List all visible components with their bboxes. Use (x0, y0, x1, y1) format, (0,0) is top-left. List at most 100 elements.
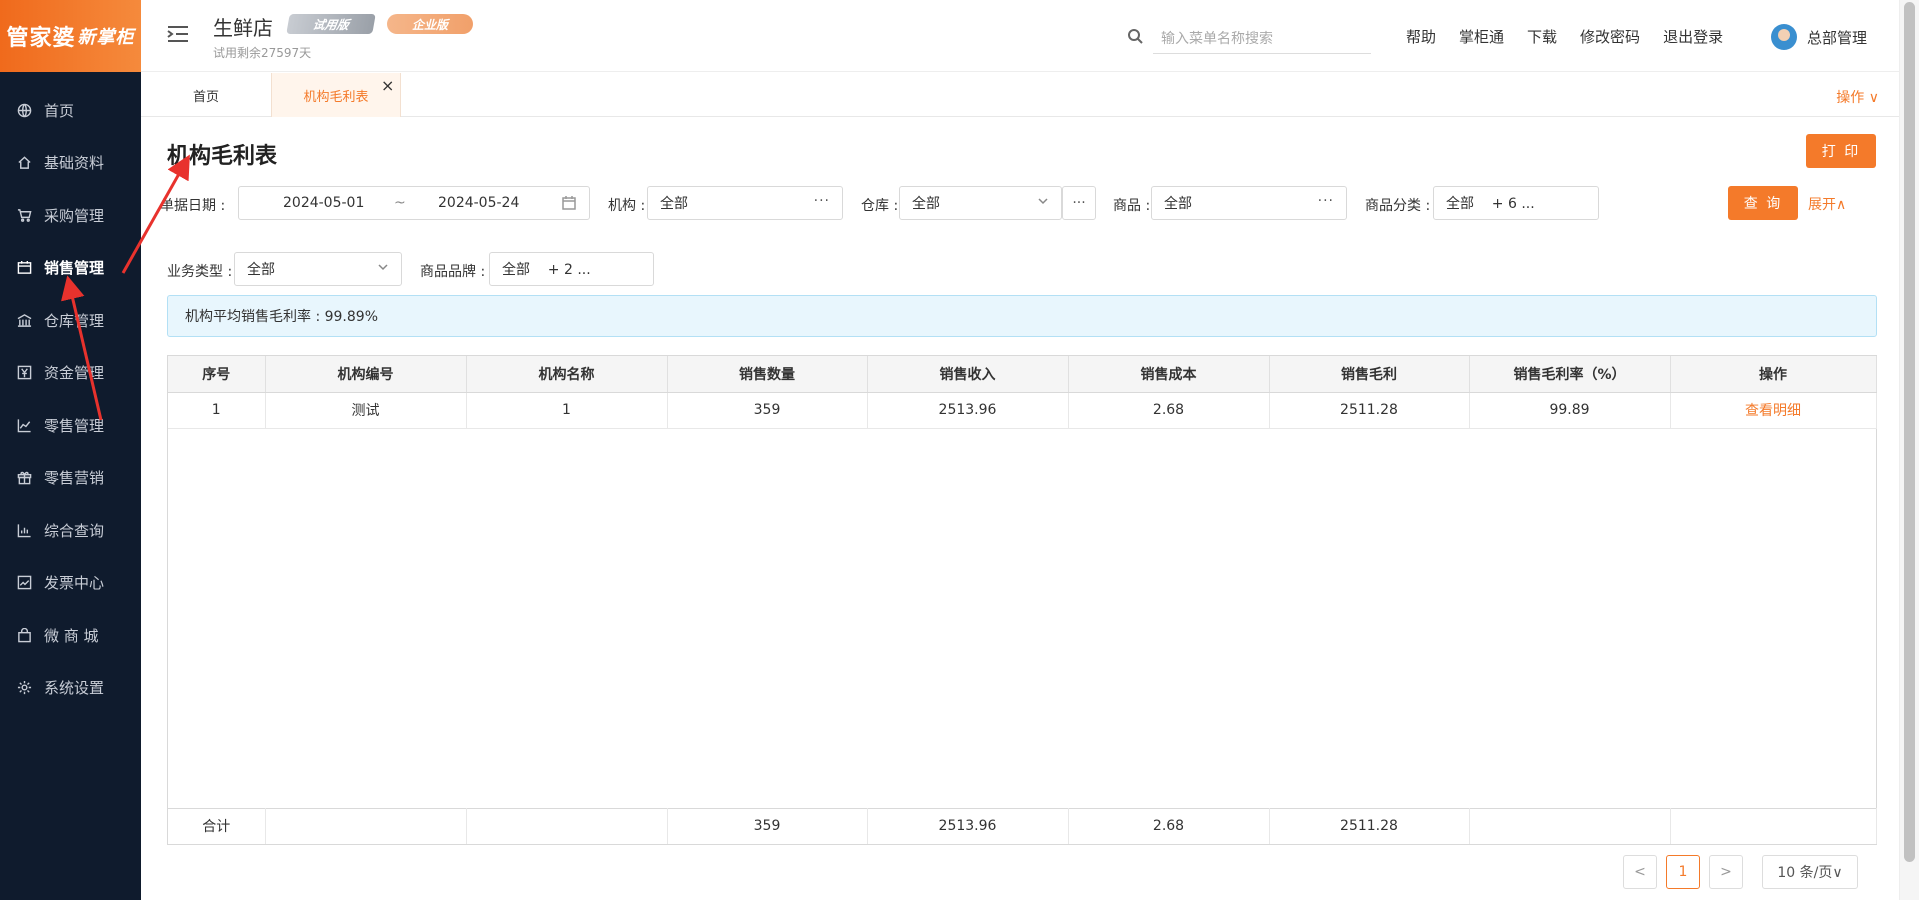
warehouse-value: 全部 (912, 196, 940, 212)
category-label: 商品分类 : (1365, 198, 1431, 214)
sidebar-item-label: 发票中心 (44, 574, 105, 593)
sidebar-item-0[interactable]: 首页 (0, 84, 141, 137)
tab-operations-dropdown[interactable]: 操作 ∨ (1836, 87, 1879, 107)
date-range-picker[interactable]: 2024-05-01 ~ 2024-05-24 (238, 186, 590, 220)
shop-name: 生鲜店 (213, 16, 273, 40)
calendar-icon (561, 195, 577, 211)
sidebar-menu: 首页基础资料采购管理销售管理仓库管理资金管理零售管理 零售营销综合查询发票中心微 … (0, 72, 141, 714)
sidebar-item-label: 仓库管理 (44, 311, 105, 330)
brand-label: 商品品牌 : (420, 264, 486, 280)
column-header: 销售数量 (667, 356, 868, 393)
menu-search-input[interactable] (1153, 24, 1371, 54)
sidebar-item-10[interactable]: 微 商 城 (0, 609, 141, 662)
warehouse-label: 仓库 : (861, 198, 899, 214)
sidebar-item-2[interactable]: 采购管理 (0, 189, 141, 242)
brand-logo: 管家婆 新掌柜 (0, 0, 141, 72)
sidebar-item-3[interactable]: 销售管理 (0, 242, 141, 295)
tab-home[interactable]: 首页 (141, 73, 271, 117)
chevron-down-icon (377, 261, 389, 273)
sidebar-item-label: 首页 (44, 101, 75, 120)
date-separator: ~ (394, 195, 406, 211)
sidebar-item-1[interactable]: 基础资料 (0, 137, 141, 190)
sidebar-item-label: 基础资料 (44, 154, 105, 173)
next-page-button[interactable]: > (1709, 855, 1743, 889)
biz-type-select[interactable]: 全部 (234, 252, 402, 286)
brand-value: 全部 + 2 ... (502, 262, 591, 278)
user-name: 总部管理 (1807, 28, 1868, 47)
page-1-button[interactable]: 1 (1666, 855, 1700, 889)
sidebar-item-5[interactable]: 资金管理 (0, 347, 141, 400)
org-value: 全部 (660, 196, 688, 212)
goods-more-icon[interactable]: ··· (1318, 193, 1334, 209)
sidebar-item-label: 销售管理 (44, 259, 105, 278)
date-end[interactable]: 2024-05-24 (438, 195, 519, 211)
sidebar-item-7[interactable]: 零售营销 (0, 452, 141, 505)
date-start[interactable]: 2024-05-01 (283, 195, 364, 211)
category-select[interactable]: 全部 + 6 ... (1433, 186, 1599, 220)
brand-select[interactable]: 全部 + 2 ... (489, 252, 654, 286)
total-cell: 2.68 (1068, 808, 1270, 844)
yen-icon (16, 365, 32, 381)
page-size-select[interactable]: 10 条/页∨ (1762, 855, 1858, 889)
warehouse-more-button[interactable]: ··· (1062, 186, 1096, 220)
search-icon (1127, 28, 1143, 44)
table-cell: 2511.28 (1269, 392, 1470, 429)
sidebar-item-label: 资金管理 (44, 364, 105, 383)
menu-toggle-icon[interactable] (167, 24, 189, 44)
print-button[interactable]: 打 印 (1806, 134, 1876, 168)
total-cell: 359 (667, 808, 868, 844)
org-more-icon[interactable]: ··· (814, 193, 830, 209)
total-cell (466, 808, 668, 844)
home-icon (16, 155, 32, 171)
sidebar-item-label: 系统设置 (44, 679, 105, 698)
gear-icon (16, 680, 32, 696)
chevron-down-icon (1037, 195, 1049, 207)
zhangguitong-link[interactable]: 掌柜通 (1459, 26, 1504, 47)
view-detail-link[interactable]: 查看明细 (1670, 392, 1877, 429)
prev-page-button[interactable]: < (1623, 855, 1657, 889)
sidebar-item-8[interactable]: 综合查询 (0, 504, 141, 557)
sidebar-item-11[interactable]: 系统设置 (0, 662, 141, 715)
table-cell: 测试 (265, 392, 467, 429)
sidebar-item-label: 综合查询 (44, 521, 105, 540)
edition-badge: 企业版 (387, 14, 473, 34)
download-link[interactable]: 下载 (1527, 26, 1557, 47)
warehouse-select[interactable]: 全部 (899, 186, 1062, 220)
column-header: 销售成本 (1068, 356, 1270, 393)
goods-value: 全部 (1164, 196, 1192, 212)
change-password-link[interactable]: 修改密码 (1580, 26, 1640, 47)
expand-toggle[interactable]: 展开∧ (1808, 194, 1846, 214)
sidebar-item-9[interactable]: 发票中心 (0, 557, 141, 610)
table-cell: 99.89 (1469, 392, 1671, 429)
total-cell (1670, 808, 1877, 844)
scrollbar-thumb[interactable] (1904, 2, 1915, 862)
sidebar: 管家婆 新掌柜 首页基础资料采购管理销售管理仓库管理资金管理零售管理 零售营销综合… (0, 0, 141, 900)
bank-icon (16, 312, 32, 328)
avg-margin-text: 机构平均销售毛利率 : 99.89% (185, 309, 378, 325)
sidebar-item-4[interactable]: 仓库管理 (0, 294, 141, 347)
bar-chart-icon (16, 522, 32, 538)
data-table: 序号 机构编号 机构名称 销售数量 销售收入 销售成本 销售毛利 销售毛利率（%） 操作 1 测试… (167, 355, 1877, 845)
logout-link[interactable]: 退出登录 (1663, 26, 1723, 47)
vertical-scrollbar[interactable] (1899, 0, 1919, 900)
avatar (1771, 24, 1797, 50)
help-link[interactable]: 帮助 (1406, 26, 1436, 47)
column-header: 销售毛利率（%） (1469, 356, 1671, 393)
page-title: 机构毛利表 (167, 144, 278, 169)
total-cell: 2511.28 (1269, 808, 1470, 844)
tab-close-icon[interactable]: × (381, 76, 394, 95)
user-menu[interactable]: 总部管理 (1771, 24, 1867, 50)
biz-type-value: 全部 (247, 262, 275, 278)
table-cell: 359 (667, 392, 868, 429)
sidebar-item-label: 微 商 城 (44, 626, 99, 645)
table-total-row: 合计 359 2513.96 2.68 2511.28 (168, 808, 1877, 844)
query-button[interactable]: 查 询 (1728, 186, 1798, 220)
goods-selector[interactable]: 全部 ··· (1151, 186, 1347, 220)
column-header: 机构名称 (466, 356, 668, 393)
total-cell: 合计 (168, 808, 266, 844)
table-body: 1 测试 1 359 2513.96 2.68 2511.28 99.89 查看明细 (168, 392, 1877, 429)
sidebar-item-6[interactable]: 零售管理 (0, 399, 141, 452)
total-cell: 2513.96 (867, 808, 1069, 844)
table-cell: 2.68 (1068, 392, 1270, 429)
org-selector[interactable]: 全部 ··· (647, 186, 843, 220)
